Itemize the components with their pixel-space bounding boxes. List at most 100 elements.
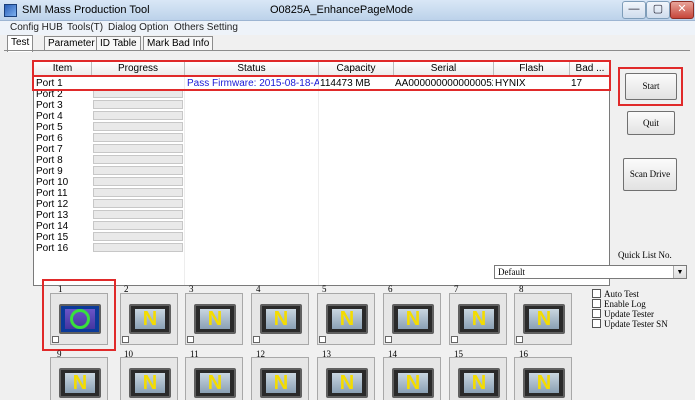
maximize-button[interactable]: ▢ <box>646 1 670 19</box>
slot-status-letter: N <box>405 372 421 394</box>
auto-test-checkbox[interactable] <box>592 289 601 298</box>
menu-others-setting[interactable]: Others Setting <box>174 21 238 34</box>
progress-bar <box>93 122 183 131</box>
progress-bar <box>93 177 183 186</box>
chevron-down-icon[interactable]: ▼ <box>673 266 686 278</box>
port-label[interactable]: Port 8 <box>36 155 91 166</box>
update-tester-checkbox[interactable] <box>592 309 601 318</box>
tab-mark-bad-info[interactable]: Mark Bad Info <box>143 36 214 51</box>
slot-7[interactable]: N <box>449 293 507 345</box>
slot-10[interactable]: N <box>120 357 178 400</box>
drive-tile-icon[interactable]: N <box>326 368 368 398</box>
slot-14[interactable]: N <box>383 357 441 400</box>
drive-tile-icon[interactable]: N <box>523 304 565 334</box>
port-label[interactable]: Port 10 <box>36 177 91 188</box>
port-label[interactable]: Port 9 <box>36 166 91 177</box>
slot-4[interactable]: N <box>251 293 309 345</box>
progress-bar <box>93 188 183 197</box>
drive-tile-icon[interactable]: N <box>129 368 171 398</box>
slot-9[interactable]: N <box>50 357 108 400</box>
slot-status-letter: N <box>471 372 487 394</box>
port-table[interactable]: Item Progress Status Capacity Serial Fla… <box>33 61 610 286</box>
progress-bar <box>93 100 183 109</box>
port-label[interactable]: Port 7 <box>36 144 91 155</box>
slot-3[interactable]: N <box>185 293 243 345</box>
progress-bar <box>93 199 183 208</box>
slot-checkbox[interactable] <box>385 336 392 343</box>
column-separator <box>184 76 185 285</box>
auto-test-label: Auto Test <box>604 289 639 299</box>
drive-tile-icon[interactable]: N <box>458 368 500 398</box>
port-label[interactable]: Port 13 <box>36 210 91 221</box>
slot-checkbox[interactable] <box>122 336 129 343</box>
start-button[interactable]: Start <box>625 73 677 100</box>
slot-status-letter: N <box>142 372 158 394</box>
quick-list-select[interactable]: Default ▼ <box>494 265 687 279</box>
update-tester-sn-checkbox[interactable] <box>592 319 601 328</box>
update-tester-label: Update Tester <box>604 309 654 319</box>
quick-list-label: Quick List No. <box>618 250 672 260</box>
slot-13[interactable]: N <box>317 357 375 400</box>
tab-id-table[interactable]: ID Table <box>96 36 141 51</box>
menu-tools[interactable]: Tools(T) <box>67 21 103 34</box>
port-label[interactable]: Port 3 <box>36 100 91 111</box>
tab-parameter[interactable]: Parameter <box>44 36 99 51</box>
slot-12[interactable]: N <box>251 357 309 400</box>
quit-button[interactable]: Quit <box>627 111 675 135</box>
slot-11[interactable]: N <box>185 357 243 400</box>
drive-tile-icon[interactable]: N <box>260 368 302 398</box>
slot-1[interactable] <box>50 293 108 345</box>
slot-checkbox[interactable] <box>52 336 59 343</box>
slot-checkbox[interactable] <box>516 336 523 343</box>
port-label[interactable]: Port 5 <box>36 122 91 133</box>
port-label[interactable]: Port 4 <box>36 111 91 122</box>
slot-status-letter: N <box>405 308 421 330</box>
port-label[interactable]: Port 12 <box>36 199 91 210</box>
port-label[interactable]: Port 15 <box>36 232 91 243</box>
slot-2[interactable]: N <box>120 293 178 345</box>
title-bar: SMI Mass Production Tool O0825A_EnhanceP… <box>0 0 695 21</box>
minimize-button[interactable]: — <box>622 1 646 19</box>
slot-status-letter: N <box>142 308 158 330</box>
slot-status-letter: N <box>536 308 552 330</box>
drive-tile-icon[interactable]: N <box>194 304 236 334</box>
slot-8[interactable]: N <box>514 293 572 345</box>
drive-tile-icon[interactable]: N <box>194 368 236 398</box>
progress-bar <box>93 144 183 153</box>
close-button[interactable]: ✕ <box>670 1 694 19</box>
port-label[interactable]: Port 6 <box>36 133 91 144</box>
slot-status-letter: N <box>339 372 355 394</box>
drive-tile-icon[interactable]: N <box>392 368 434 398</box>
slot-checkbox[interactable] <box>451 336 458 343</box>
slot-5[interactable]: N <box>317 293 375 345</box>
slot-checkbox[interactable] <box>187 336 194 343</box>
slot-checkbox[interactable] <box>319 336 326 343</box>
slot-status-letter: N <box>207 372 223 394</box>
highlight-port-1-row <box>32 75 611 91</box>
slot-checkbox[interactable] <box>253 336 260 343</box>
slot-status-letter: N <box>273 372 289 394</box>
port-label[interactable]: Port 11 <box>36 188 91 199</box>
enable-log-checkbox[interactable] <box>592 299 601 308</box>
menu-dialog-option[interactable]: Dialog Option <box>108 21 169 34</box>
slot-15[interactable]: N <box>449 357 507 400</box>
port-label[interactable]: Port 14 <box>36 221 91 232</box>
drive-tile-icon[interactable]: N <box>59 368 101 398</box>
drive-tile-icon[interactable]: N <box>129 304 171 334</box>
drive-tile-icon[interactable]: N <box>523 368 565 398</box>
progress-bar <box>93 133 183 142</box>
status-ring-icon <box>70 309 90 329</box>
main-client-area: Test Parameter ID Table Mark Bad Info It… <box>0 35 695 400</box>
drive-tile-icon[interactable] <box>59 304 101 334</box>
port-label[interactable]: Port 16 <box>36 243 91 254</box>
drive-tile-icon[interactable]: N <box>260 304 302 334</box>
scan-drive-button[interactable]: Scan Drive <box>623 158 677 191</box>
enable-log-label: Enable Log <box>604 299 646 309</box>
drive-tile-icon[interactable]: N <box>458 304 500 334</box>
drive-tile-icon[interactable]: N <box>326 304 368 334</box>
slot-status-letter: N <box>339 308 355 330</box>
menu-config-hub[interactable]: Config HUB <box>10 21 63 34</box>
drive-tile-icon[interactable]: N <box>392 304 434 334</box>
slot-6[interactable]: N <box>383 293 441 345</box>
slot-16[interactable]: N <box>514 357 572 400</box>
